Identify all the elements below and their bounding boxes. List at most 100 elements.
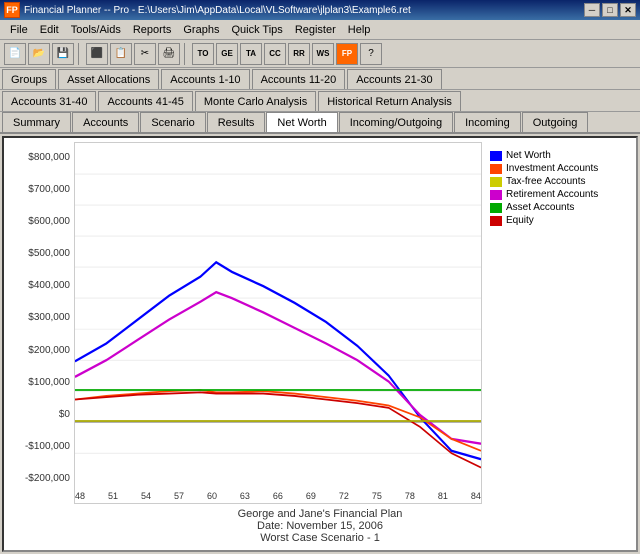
legend-color-asset [490,203,502,213]
footer-line2: Date: November 15, 2006 [4,520,636,532]
tb-btn11[interactable]: CC [264,43,286,65]
footer-line3: Worst Case Scenario - 1 [4,532,636,544]
y-axis: $800,000 $700,000 $600,000 $500,000 $400… [4,142,74,504]
x-72: 72 [339,491,349,501]
tb-btn5[interactable]: 📋 [110,43,132,65]
tab-incoming[interactable]: Incoming [454,112,521,132]
tab-summary[interactable]: Summary [2,112,71,132]
x-78: 78 [405,491,415,501]
y-label-300k: $300,000 [28,312,70,323]
y-label-neg200k: -$200,000 [25,473,70,484]
legend-color-taxfree [490,177,502,187]
tab-accounts-11-20[interactable]: Accounts 11-20 [252,69,346,89]
x-84: 84 [471,491,481,501]
tb-open[interactable]: 📂 [28,43,50,65]
chart-svg [75,143,481,489]
legend-color-equity [490,216,502,226]
tb-new[interactable]: 📄 [4,43,26,65]
minimize-button[interactable]: ─ [584,3,600,17]
footer-line1: George and Jane's Financial Plan [4,508,636,520]
content-tabs-row: Summary Accounts Scenario Results Net Wo… [0,112,640,134]
tab-accounts-1-10[interactable]: Accounts 1-10 [161,69,249,89]
legend: Net Worth Investment Accounts Tax-free A… [486,142,636,504]
y-label-200k: $200,000 [28,345,70,356]
nav-tabs-row2: Accounts 31-40 Accounts 41-45 Monte Carl… [0,90,640,112]
chart-footer: George and Jane's Financial Plan Date: N… [4,504,636,550]
y-label-400k: $400,000 [28,280,70,291]
tab-outgoing[interactable]: Outgoing [522,112,589,132]
legend-equity: Equity [490,215,632,226]
chart-panel: $800,000 $700,000 $600,000 $500,000 $400… [2,136,638,552]
tab-incoming-outgoing[interactable]: Incoming/Outgoing [339,112,453,132]
app-window: FP Financial Planner -- Pro - E:\Users\J… [0,0,640,554]
menu-register[interactable]: Register [289,22,342,38]
legend-label-equity: Equity [506,215,534,226]
tab-net-worth[interactable]: Net Worth [266,112,337,132]
tb-btn6[interactable]: ✂ [134,43,156,65]
legend-label-net-worth: Net Worth [506,150,551,161]
tb-btn15[interactable]: ? [360,43,382,65]
legend-color-net-worth [490,151,502,161]
nav-tabs-row1: Groups Asset Allocations Accounts 1-10 A… [0,68,640,90]
y-label-0: $0 [59,409,70,420]
window-controls: ─ □ ✕ [584,3,636,17]
tb-btn7[interactable]: 🖨 [158,43,180,65]
x-63: 63 [240,491,250,501]
legend-label-retirement: Retirement Accounts [506,189,598,200]
menu-quicktips[interactable]: Quick Tips [225,22,288,38]
menu-file[interactable]: File [4,22,34,38]
equity-line [75,392,481,467]
tb-sep2 [184,43,188,65]
y-label-800k: $800,000 [28,152,70,163]
tb-btn12[interactable]: RR [288,43,310,65]
menu-edit[interactable]: Edit [34,22,65,38]
legend-label-investment: Investment Accounts [506,163,598,174]
menu-tools[interactable]: Tools/Aids [65,22,127,38]
y-label-neg100k: -$100,000 [25,441,70,452]
tab-scenario[interactable]: Scenario [140,112,205,132]
x-54: 54 [141,491,151,501]
menu-bar: File Edit Tools/Aids Reports Graphs Quic… [0,20,640,40]
menu-reports[interactable]: Reports [127,22,178,38]
app-icon: FP [4,2,20,18]
tb-btn8[interactable]: TO [192,43,214,65]
x-axis: 48 51 54 57 60 63 66 69 72 75 78 81 84 [75,489,481,503]
tab-asset-allocations[interactable]: Asset Allocations [58,69,159,89]
legend-taxfree: Tax-free Accounts [490,176,632,187]
legend-retirement: Retirement Accounts [490,189,632,200]
y-label-700k: $700,000 [28,184,70,195]
window-title: Financial Planner -- Pro - E:\Users\Jim\… [24,5,411,16]
menu-help[interactable]: Help [342,22,377,38]
tab-accounts-21-30[interactable]: Accounts 21-30 [347,69,441,89]
legend-net-worth: Net Worth [490,150,632,161]
tab-groups[interactable]: Groups [2,69,56,89]
tab-accounts[interactable]: Accounts [72,112,139,132]
y-label-100k: $100,000 [28,377,70,388]
toolbar: 📄 📂 💾 ⬛ 📋 ✂ 🖨 TO GE TA CC RR WS FP ? [0,40,640,68]
x-69: 69 [306,491,316,501]
tb-btn9[interactable]: GE [216,43,238,65]
tb-btn14[interactable]: FP [336,43,358,65]
tab-results[interactable]: Results [207,112,266,132]
tab-historical-return[interactable]: Historical Return Analysis [318,91,461,111]
maximize-button[interactable]: □ [602,3,618,17]
tb-save[interactable]: 💾 [52,43,74,65]
tb-btn4[interactable]: ⬛ [86,43,108,65]
menu-graphs[interactable]: Graphs [177,22,225,38]
x-57: 57 [174,491,184,501]
x-60: 60 [207,491,217,501]
x-75: 75 [372,491,382,501]
close-button[interactable]: ✕ [620,3,636,17]
tab-monte-carlo[interactable]: Monte Carlo Analysis [195,91,316,111]
legend-label-asset: Asset Accounts [506,202,574,213]
tab-accounts-31-40[interactable]: Accounts 31-40 [2,91,96,111]
tb-btn13[interactable]: WS [312,43,334,65]
legend-asset: Asset Accounts [490,202,632,213]
x-66: 66 [273,491,283,501]
legend-label-taxfree: Tax-free Accounts [506,176,585,187]
tab-accounts-41-45[interactable]: Accounts 41-45 [98,91,192,111]
x-81: 81 [438,491,448,501]
tb-btn10[interactable]: TA [240,43,262,65]
x-48: 48 [75,491,85,501]
net-worth-line [75,262,481,459]
